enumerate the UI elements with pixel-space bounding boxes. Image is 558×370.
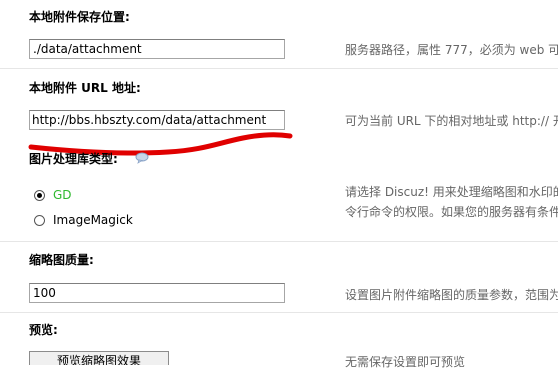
radio-gd[interactable]	[34, 190, 45, 201]
image-library-label: 图片处理库类型:	[29, 152, 118, 166]
preview-thumbnail-button[interactable]: 预览缩略图效果	[29, 351, 169, 365]
thumbnail-quality-hint: 设置图片附件缩略图的质量参数，范围为	[345, 288, 558, 302]
help-bubble-icon[interactable]	[134, 152, 150, 164]
thumbnail-quality-input[interactable]: 100	[29, 283, 285, 303]
thumbnail-quality-label: 缩略图质量:	[29, 253, 94, 267]
radio-imagemagick[interactable]	[34, 215, 45, 226]
attachment-url-hint: 可为当前 URL 下的相对地址或 http:// 开	[345, 114, 558, 128]
attachment-url-input[interactable]: http://bbs.hbszty.com/data/attachment	[29, 110, 285, 130]
attachment-path-input[interactable]: ./data/attachment	[29, 39, 285, 59]
divider	[0, 312, 558, 313]
radio-imagemagick-label[interactable]: ImageMagick	[53, 213, 133, 227]
divider	[0, 68, 558, 69]
image-library-hint-line1: 请选择 Discuz! 用来处理缩略图和水印的	[345, 185, 558, 199]
divider	[0, 241, 558, 242]
radio-gd-label[interactable]: GD	[53, 188, 72, 202]
attachment-url-label: 本地附件 URL 地址:	[29, 81, 141, 95]
attachment-path-hint: 服务器路径，属性 777，必须为 web 可	[345, 43, 558, 57]
preview-label: 预览:	[29, 323, 58, 337]
attachment-path-label: 本地附件保存位置:	[29, 10, 130, 24]
image-library-hint-line2: 令行命令的权限。如果您的服务器有条件	[345, 205, 558, 219]
preview-hint: 无需保存设置即可预览	[345, 355, 466, 369]
